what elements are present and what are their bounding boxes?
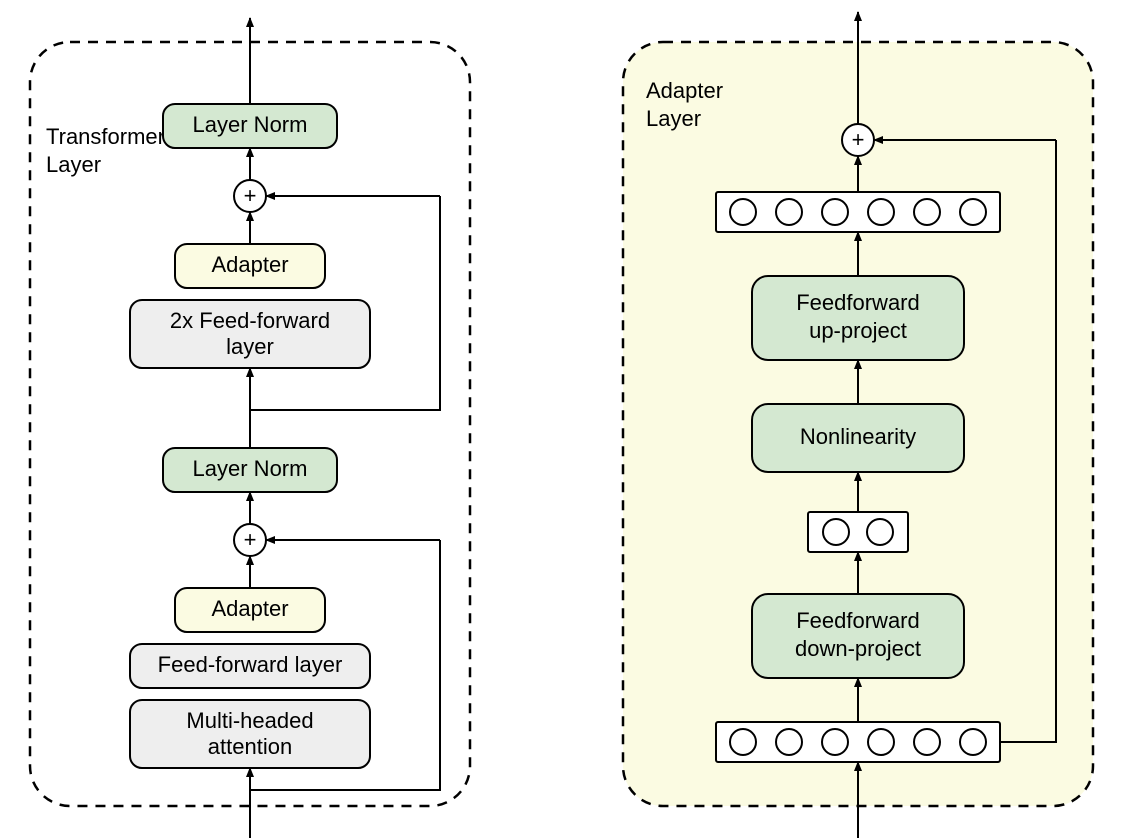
- ff-down-text-l1: Feedforward: [796, 608, 920, 633]
- ff-down-text-l2: down-project: [795, 636, 921, 661]
- transformer-label-line1: Transformer: [46, 124, 165, 149]
- adapter-top-text: Adapter: [211, 252, 288, 277]
- top-neuron-container: [716, 192, 1000, 232]
- ff-up-text-l1: Feedforward: [796, 290, 920, 315]
- add-plus-upper: +: [244, 183, 257, 208]
- ff-up-text-l2: up-project: [809, 318, 907, 343]
- nonlinearity-text: Nonlinearity: [800, 424, 916, 449]
- adapter-bottom-text: Adapter: [211, 596, 288, 621]
- add-plus-right: +: [852, 127, 865, 152]
- add-plus-lower: +: [244, 527, 257, 552]
- transformer-label-line2: Layer: [46, 152, 101, 177]
- adapter-label-line1: Adapter: [646, 78, 723, 103]
- adapter-layer-panel: Adapter Layer Feedforward down-project: [623, 12, 1093, 838]
- adapter-label-line2: Layer: [646, 106, 701, 131]
- bottom-neuron-container: [716, 722, 1000, 762]
- layer-norm-mid-text: Layer Norm: [193, 456, 308, 481]
- ff2x-text-l2: layer: [226, 334, 274, 359]
- mha-text-l2: attention: [208, 734, 292, 759]
- layer-norm-top-text: Layer Norm: [193, 112, 308, 137]
- transformer-layer-panel: Transformer Layer Multi-headed attention…: [30, 18, 470, 838]
- mha-text-l1: Multi-headed: [186, 708, 313, 733]
- architecture-diagram: Transformer Layer Multi-headed attention…: [0, 0, 1136, 838]
- ff2x-text-l1: 2x Feed-forward: [170, 308, 330, 333]
- feedforward-text: Feed-forward layer: [158, 652, 343, 677]
